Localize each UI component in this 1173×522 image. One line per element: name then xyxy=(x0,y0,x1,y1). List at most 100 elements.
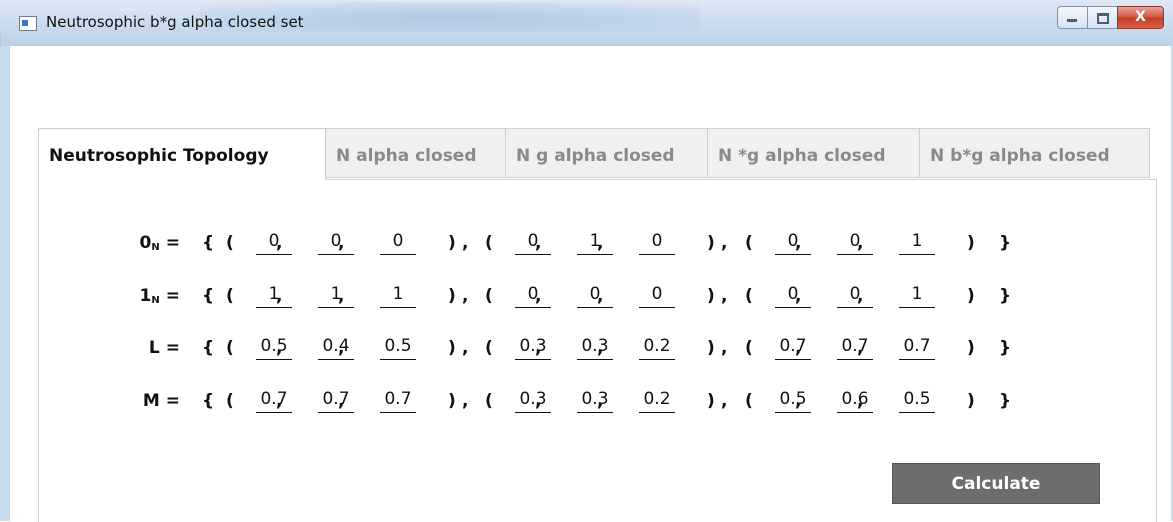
close-icon[interactable]: X xyxy=(1117,6,1164,29)
set-name: 0N = xyxy=(0,233,180,253)
equals-sign: = xyxy=(165,338,180,358)
close-paren: ) xyxy=(967,233,975,253)
membership-value-field[interactable]: 0.7 xyxy=(775,335,811,360)
comma: , xyxy=(276,338,283,358)
comma: , xyxy=(535,338,542,358)
membership-value-field[interactable]: 0 xyxy=(837,230,873,255)
membership-value-field[interactable]: 0.3 xyxy=(577,388,613,413)
open-paren: ( xyxy=(226,391,234,411)
membership-value-field[interactable]: 0 xyxy=(639,230,675,255)
close-brace: } xyxy=(999,338,1012,358)
membership-value-field[interactable]: 1 xyxy=(256,283,292,308)
comma: , xyxy=(338,391,345,411)
comma: , xyxy=(597,286,604,306)
membership-value-field[interactable]: 0.2 xyxy=(639,388,675,413)
tab-n-g-alpha-closed[interactable]: N g alpha closed xyxy=(506,128,708,178)
membership-value-field[interactable]: 0 xyxy=(775,230,811,255)
membership-value-field[interactable]: 0.3 xyxy=(577,335,613,360)
comma: , xyxy=(276,286,283,306)
window-border-mark xyxy=(0,34,9,46)
membership-value-field[interactable]: 0.2 xyxy=(639,335,675,360)
membership-value-field[interactable]: 0.5 xyxy=(256,335,292,360)
open-brace: { xyxy=(202,338,215,358)
close-paren: ) xyxy=(707,391,715,411)
close-paren: ) xyxy=(448,391,456,411)
membership-value-field[interactable]: 0.7 xyxy=(318,388,354,413)
open-brace: { xyxy=(202,391,215,411)
membership-value-field[interactable]: 0.5 xyxy=(775,388,811,413)
equals-sign: = xyxy=(165,286,180,306)
open-paren: ( xyxy=(226,338,234,358)
set-name: 1N = xyxy=(0,286,180,306)
comma: , xyxy=(597,233,604,253)
equals-sign: = xyxy=(165,233,180,253)
tab-n-alpha-closed[interactable]: N alpha closed xyxy=(326,128,506,178)
comma: , xyxy=(795,286,802,306)
membership-value-field[interactable]: 1 xyxy=(899,283,935,308)
maximize-icon[interactable] xyxy=(1087,6,1117,29)
membership-value-field[interactable]: 0.7 xyxy=(380,388,416,413)
set-symbol: 0 xyxy=(139,233,152,253)
membership-value-field[interactable]: 0.5 xyxy=(380,335,416,360)
comma: , xyxy=(857,286,864,306)
tab-n-b-star-g-alpha-closed[interactable]: N b*g alpha closed xyxy=(920,128,1150,178)
membership-value-field[interactable]: 0 xyxy=(577,283,613,308)
calculate-button[interactable]: Calculate xyxy=(892,463,1100,504)
title-bar: Neutrosophic b*g alpha closed set X xyxy=(0,0,1173,47)
membership-value-field[interactable]: 1 xyxy=(380,283,416,308)
membership-value-field[interactable]: 0 xyxy=(639,283,675,308)
set-symbol: 1 xyxy=(139,286,152,306)
comma: , xyxy=(535,233,542,253)
open-paren: ( xyxy=(745,286,753,306)
membership-value-field[interactable]: 0 xyxy=(775,283,811,308)
comma: , xyxy=(338,233,345,253)
membership-value-field[interactable]: 0 xyxy=(515,283,551,308)
comma: , xyxy=(462,338,469,358)
close-paren: ) xyxy=(967,338,975,358)
membership-value-field[interactable]: 0.5 xyxy=(899,388,935,413)
membership-value-field[interactable]: 0 xyxy=(256,230,292,255)
close-paren: ) xyxy=(967,391,975,411)
comma: , xyxy=(721,338,728,358)
tab-neutrosophic-topology[interactable]: Neutrosophic Topology xyxy=(38,128,326,180)
close-paren: ) xyxy=(707,338,715,358)
comma: , xyxy=(721,391,728,411)
tab-n-star-g-alpha-closed[interactable]: N *g alpha closed xyxy=(708,128,920,178)
window-border-left xyxy=(0,46,10,521)
membership-value-field[interactable]: 0 xyxy=(515,230,551,255)
close-paren: ) xyxy=(448,286,456,306)
open-paren: ( xyxy=(485,338,493,358)
membership-value-field[interactable]: 0.3 xyxy=(515,335,551,360)
open-paren: ( xyxy=(485,391,493,411)
membership-value-field[interactable]: 0.7 xyxy=(837,335,873,360)
close-brace: } xyxy=(999,233,1012,253)
comma: , xyxy=(721,286,728,306)
open-paren: ( xyxy=(485,286,493,306)
comma: , xyxy=(462,286,469,306)
membership-value-field[interactable]: 1 xyxy=(577,230,613,255)
minimize-icon[interactable] xyxy=(1057,6,1087,29)
set-subscript: N xyxy=(151,242,160,253)
set-subscript: N xyxy=(151,295,160,306)
membership-value-field[interactable]: 0.7 xyxy=(899,335,935,360)
membership-value-field[interactable]: 0.4 xyxy=(318,335,354,360)
membership-value-field[interactable]: 1 xyxy=(318,283,354,308)
set-symbol: L xyxy=(148,338,160,358)
comma: , xyxy=(795,233,802,253)
membership-value-field[interactable]: 0.7 xyxy=(256,388,292,413)
membership-value-field[interactable]: 0 xyxy=(380,230,416,255)
tab-strip: Neutrosophic Topology N alpha closed N g… xyxy=(38,128,1150,180)
membership-value-field[interactable]: 0 xyxy=(837,283,873,308)
comma: , xyxy=(795,391,802,411)
membership-value-field[interactable]: 1 xyxy=(899,230,935,255)
equals-sign: = xyxy=(165,391,180,411)
close-paren: ) xyxy=(448,233,456,253)
membership-value-field[interactable]: 0 xyxy=(318,230,354,255)
comma: , xyxy=(535,391,542,411)
open-brace: { xyxy=(202,233,215,253)
comma: , xyxy=(276,233,283,253)
membership-value-field[interactable]: 0.6 xyxy=(837,388,873,413)
window-title: Neutrosophic b*g alpha closed set xyxy=(46,13,304,31)
comma: , xyxy=(338,286,345,306)
membership-value-field[interactable]: 0.3 xyxy=(515,388,551,413)
